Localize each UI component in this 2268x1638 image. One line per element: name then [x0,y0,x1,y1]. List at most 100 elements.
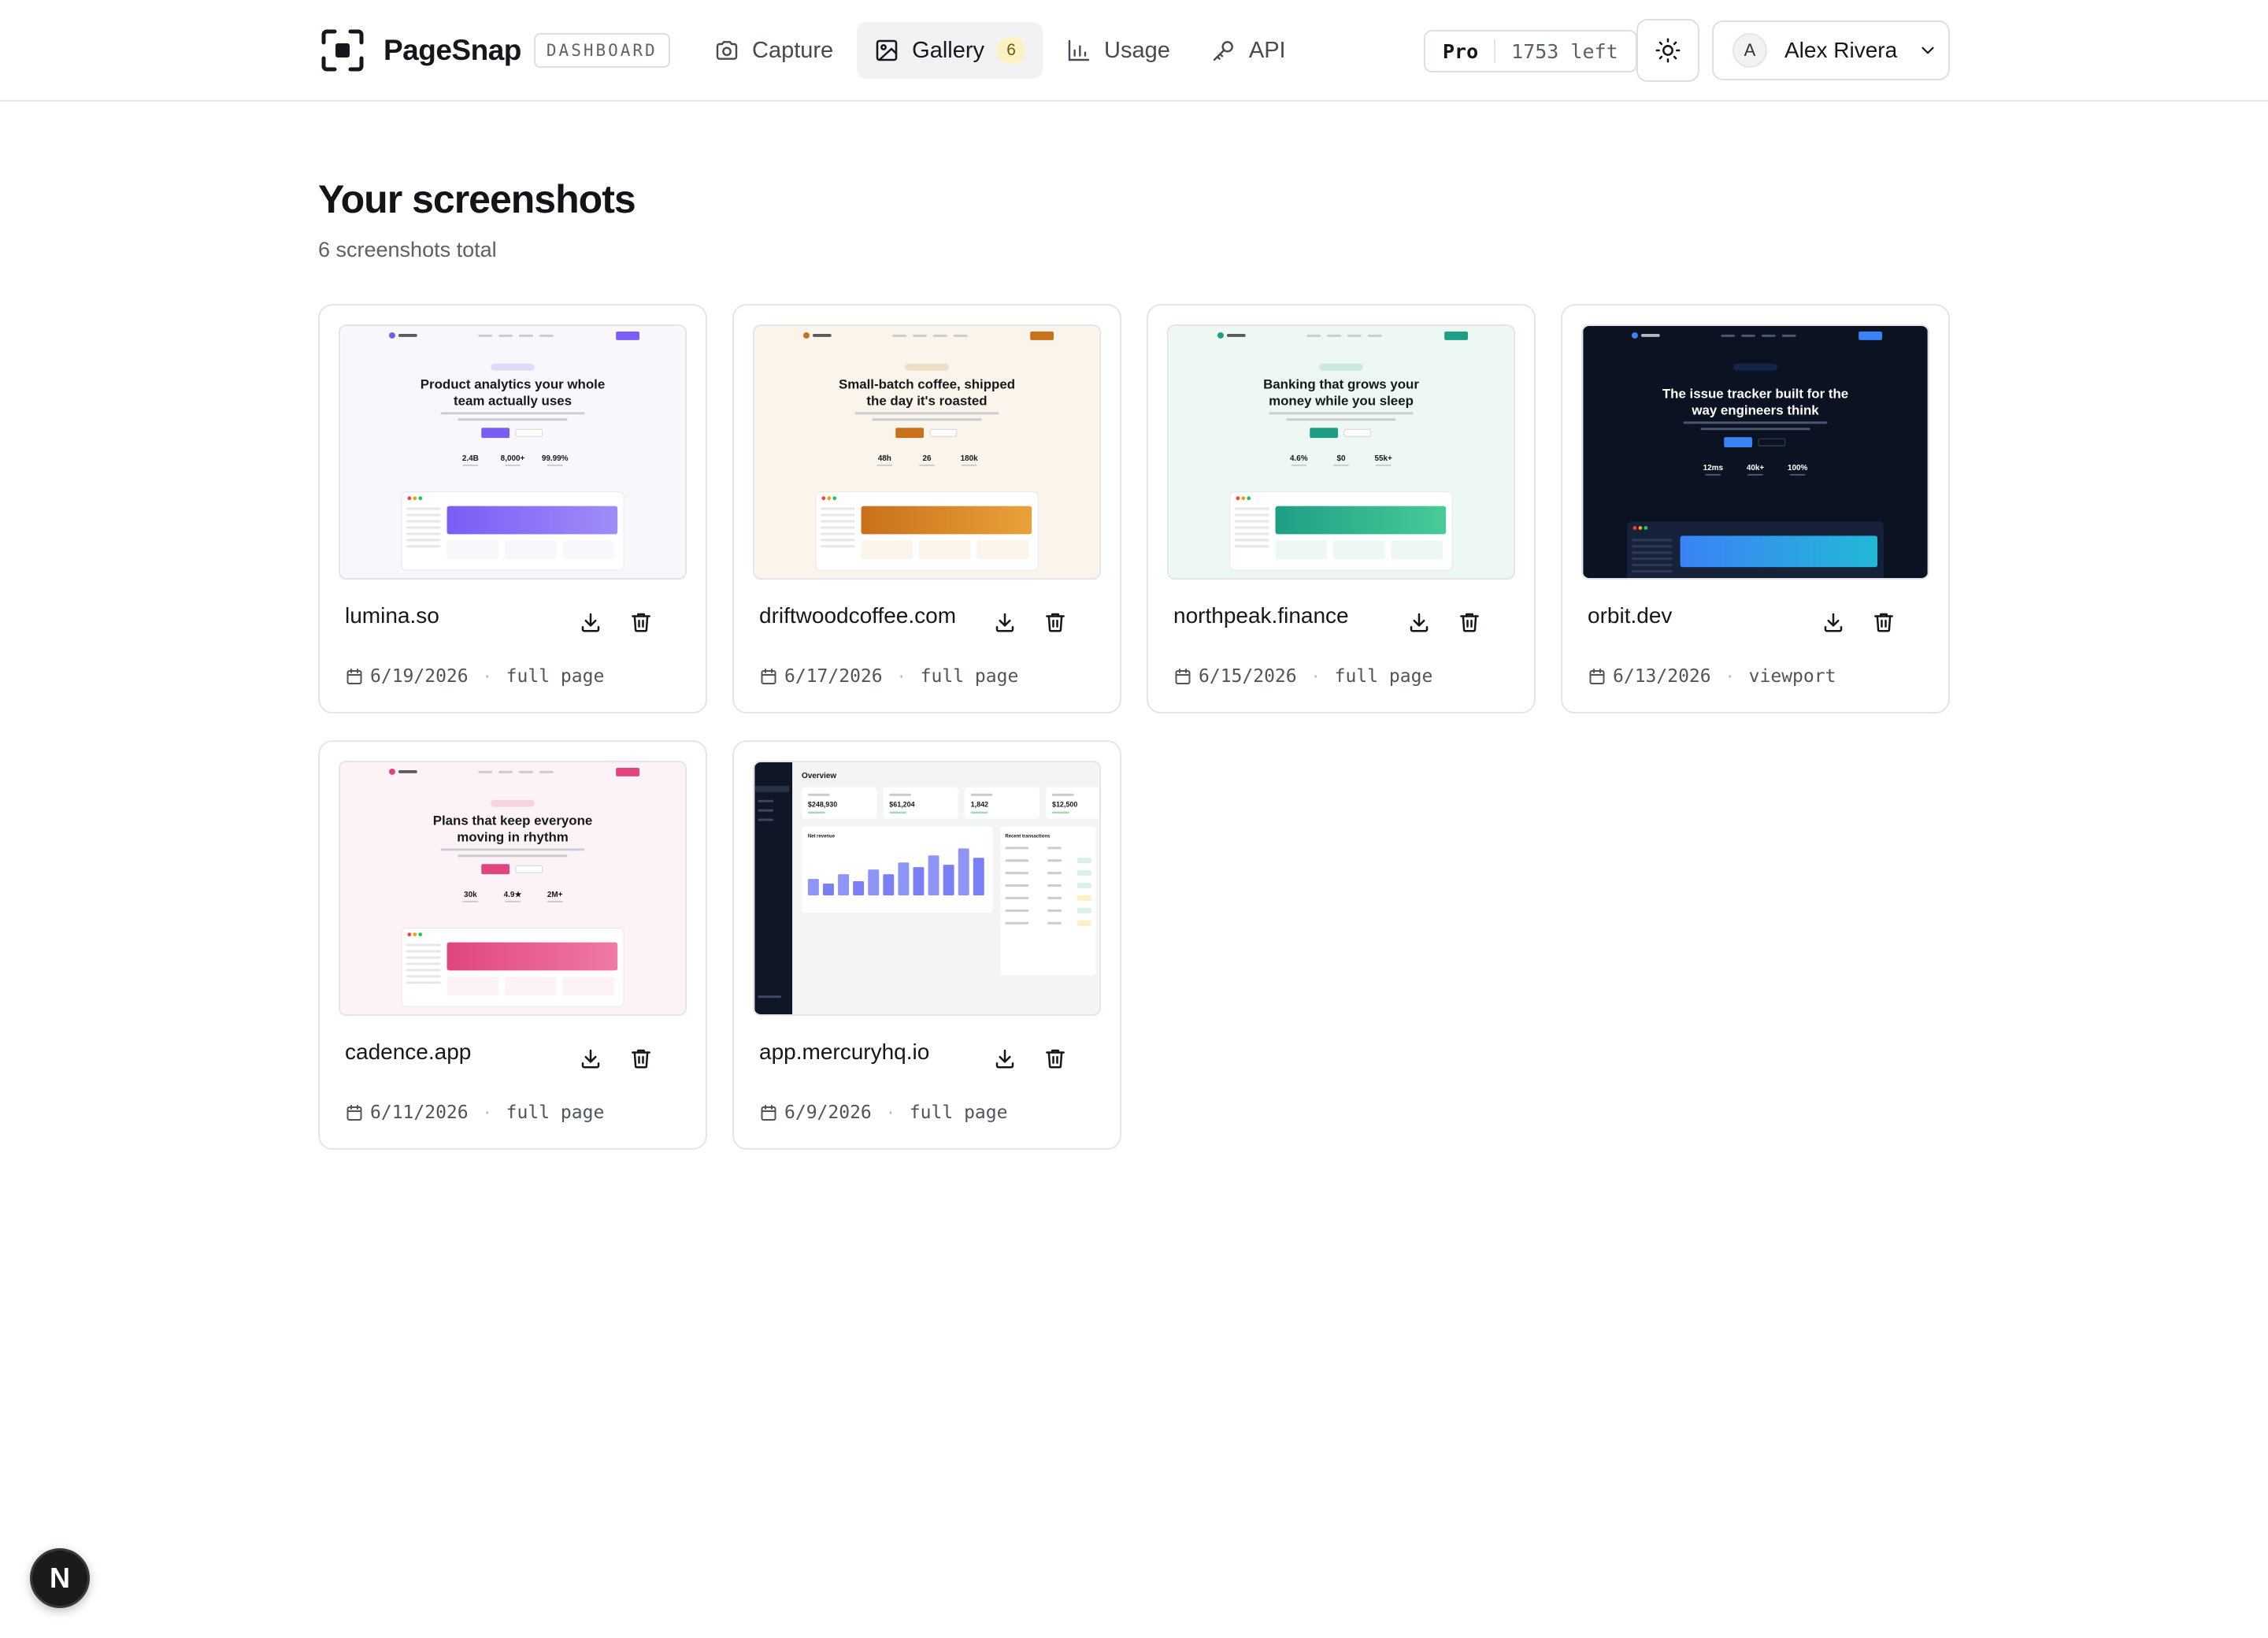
preview-headline: The issue tracker built for the [1662,386,1848,401]
preview-stat: 12ms [1703,464,1724,472]
trash-icon [632,613,650,632]
meta-separator: · [482,667,492,686]
nav-capture[interactable]: Capture [697,22,850,79]
trash-icon [1874,613,1893,632]
theme-toggle-button[interactable] [1636,19,1699,82]
preview-headline: the day it's roasted [866,393,987,408]
preview-stat: 55k+ [1374,454,1392,463]
screenshot-thumbnail[interactable]: Overview $248,930 $61,204 1,842 $12,500 Net r… [753,761,1101,1016]
screenshot-card-orbit-dev[interactable]: The issue tracker built for the way engin… [1561,304,1950,713]
preview-kpi: $61,204 [889,801,914,809]
top-navbar: PageSnap DASHBOARD Capture Gallery 6 Usa… [0,0,2268,102]
screenshot-thumbnail[interactable]: Banking that grows your money while you s… [1167,324,1515,580]
download-button[interactable] [573,605,608,639]
download-button[interactable] [988,1041,1022,1076]
preview-headline: Product analytics your whole [421,377,605,392]
preview-kpi: $12,500 [1052,801,1077,809]
preview-bar [928,855,939,895]
preview-bar [913,867,925,895]
preview-bar [943,865,954,895]
screenshot-thumbnail[interactable]: Plans that keep everyone moving in rhythm… [339,761,687,1016]
preview-bar [823,884,834,895]
calendar-icon [346,669,362,684]
user-name: Alex Rivera [1784,38,1898,62]
screenshot-domain: lumina.so [345,603,439,628]
preview-stat: 180k [961,454,979,463]
calendar-icon [1175,669,1191,684]
nav-api-label: API [1248,37,1286,63]
screenshot-meta: 6/11/2026 · full page [345,1099,604,1126]
screenshot-card-lumina-so[interactable]: Product analytics your whole team actuall… [318,304,707,713]
preview-headline: Plans that keep everyone [433,813,593,828]
download-button[interactable] [1816,605,1851,639]
screenshot-domain: app.mercuryhq.io [759,1040,930,1064]
preview-headline: Small-batch coffee, shipped [839,377,1015,392]
meta-separator: · [896,667,906,686]
preview-chart-title: Net revenue [808,834,836,839]
plan-quota: Pro 1753 left [1424,30,1637,72]
preview-headline: moving in rhythm [457,829,569,844]
preview-title: Overview [802,772,836,780]
preview-bar [838,874,850,895]
preview-bar [868,869,880,895]
download-icon [1824,613,1843,632]
preview-headline: way engineers think [1691,402,1819,417]
screenshot-card-northpeak-finance[interactable]: Banking that grows your money while you s… [1147,304,1536,713]
page-preview: Plans that keep everyonemoving in rhythm… [340,762,685,1014]
credits-remaining: 1753 left [1511,39,1618,63]
nav-usage[interactable]: Usage [1049,22,1188,79]
delete-button[interactable] [624,1041,658,1076]
screenshot-thumbnail[interactable]: Product analytics your whole team actuall… [339,324,687,580]
trash-icon [1046,613,1065,632]
devtools-indicator-button[interactable]: N [30,1548,90,1608]
trash-icon [1460,613,1479,632]
delete-button[interactable] [1452,605,1487,639]
nav-capture-label: Capture [752,37,834,63]
page-preview: Overview $248,930 $61,204 1,842 $12,500 Net r… [754,762,1099,1014]
screenshot-domain: northpeak.finance [1173,603,1349,628]
meta-separator: · [1725,667,1735,686]
preview-stat: 2.4B [462,454,479,463]
preview-bar [958,848,969,895]
preview-table-title: Recent transactions [1005,834,1051,839]
nav-api[interactable]: API [1194,22,1303,79]
preview-bar [807,879,819,895]
nav-gallery[interactable]: Gallery 6 [857,22,1043,79]
n-logo-icon: N [50,1562,70,1594]
screenshot-domain: cadence.app [345,1040,472,1064]
preview-stat: 48h [878,454,891,463]
preview-bar [853,881,865,895]
image-icon [876,39,898,61]
screenshot-thumbnail[interactable]: Small-batch coffee, shipped the day it's … [753,324,1101,580]
download-icon [581,613,600,632]
screenshot-date: 6/17/2026 [784,666,883,687]
screenshot-card-driftwoodcoffee-com[interactable]: Small-batch coffee, shipped the day it's … [732,304,1121,713]
preview-stat: 100% [1788,464,1808,472]
page-preview: Product analytics your wholeteam actuall… [340,326,685,578]
delete-button[interactable] [1038,1041,1073,1076]
brand[interactable]: PageSnap DASHBOARD [319,27,670,74]
calendar-icon [761,669,776,684]
screenshot-card-cadence-app[interactable]: Plans that keep everyone moving in rhythm… [318,740,707,1150]
download-button[interactable] [573,1041,608,1076]
download-button[interactable] [1402,605,1436,639]
screenshot-domain: orbit.dev [1588,603,1673,628]
bar-chart-icon [1068,39,1090,61]
page-preview: Banking that grows yourmoney while you s… [1169,326,1514,578]
delete-button[interactable] [1866,605,1901,639]
screenshot-thumbnail[interactable]: The issue tracker built for the way engin… [1581,324,1929,580]
delete-button[interactable] [624,605,658,639]
screenshot-card-app-mercuryhq-io[interactable]: Overview $248,930 $61,204 1,842 $12,500 Net r… [732,740,1121,1150]
user-menu-button[interactable]: A Alex Rivera [1712,20,1950,80]
screenshot-date: 6/13/2026 [1613,666,1711,687]
download-button[interactable] [988,605,1022,639]
meta-separator: · [885,1103,895,1122]
preview-stat: 4.9★ [504,891,522,899]
preview-stat: $0 [1336,454,1346,463]
trash-icon [632,1049,650,1069]
delete-button[interactable] [1038,605,1073,639]
page-preview: Small-batch coffee, shippedthe day it's … [754,326,1099,578]
screenshot-date: 6/15/2026 [1199,666,1297,687]
preview-kpi: 1,842 [971,801,988,809]
preview-bar [973,858,984,895]
